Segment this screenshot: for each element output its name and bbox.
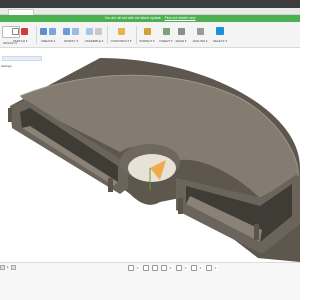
document-tab-bar: [0, 8, 300, 15]
fillet-icon[interactable]: [72, 27, 79, 35]
create-sketch-icon[interactable]: [12, 27, 19, 35]
select-group[interactable]: SELECT ▾: [210, 25, 230, 47]
tree-item-settings[interactable]: Settings: [1, 64, 12, 68]
construct-menu-label: CONSTRUCT ▾: [110, 39, 132, 43]
update-banner: You are all set with the latest update. …: [0, 15, 300, 22]
ribbon-toolbar: DESIGN ▾ SKETCH ▾ CREATE ▾ MODIFY ▾ ASSE…: [0, 22, 300, 48]
chevron-down-icon[interactable]: ▾: [215, 265, 218, 271]
left-clip-tab: [108, 178, 113, 192]
measure-icon[interactable]: [143, 27, 151, 35]
timeline-page: 1: [7, 265, 9, 269]
box-icon[interactable]: [49, 27, 56, 35]
insert-menu-label: INSERT ▾: [159, 39, 173, 43]
orbit-icon[interactable]: [128, 265, 134, 271]
create-group[interactable]: CREATE ▾: [36, 25, 60, 47]
stop-sketch-icon[interactable]: [21, 27, 28, 35]
select-menu-label: SELECT ▾: [213, 39, 227, 43]
press-pull-icon[interactable]: [63, 27, 70, 35]
bottom-toolbar: 1 ▾ ▾ ▾ ▾ ▾: [0, 262, 300, 300]
assemble-menu-label: ASSEMBLE ▾: [84, 39, 104, 43]
joint-icon[interactable]: [95, 27, 102, 35]
scripts-icon[interactable]: [196, 27, 204, 35]
timeline-step-icon[interactable]: [0, 265, 5, 270]
whats-new-link[interactable]: Find out what's new: [165, 16, 196, 20]
modify-group[interactable]: MODIFY ▾: [60, 25, 82, 47]
pan-icon[interactable]: [152, 265, 158, 271]
inspect-group[interactable]: INSPECT ▾: [136, 25, 158, 47]
sketch-group[interactable]: SKETCH ▾: [6, 25, 34, 47]
modify-menu-label: MODIFY ▾: [64, 39, 78, 43]
chevron-down-icon[interactable]: ▾: [137, 265, 140, 271]
add-ins-menu-label: ADD-INS ▾: [192, 39, 208, 43]
title-bar: [0, 0, 300, 8]
make-group[interactable]: MAKE ▾: [174, 25, 188, 47]
insert-group[interactable]: INSERT ▾: [158, 25, 174, 47]
display-settings-icon[interactable]: [176, 265, 182, 271]
right-clip-tab: [254, 224, 259, 240]
construct-group[interactable]: CONSTRUCT ▾: [107, 25, 135, 47]
3d-print-icon[interactable]: [177, 27, 185, 35]
create-menu-label: CREATE ▾: [40, 39, 56, 43]
extrude-icon[interactable]: [40, 27, 47, 35]
sketch-menu-label: SKETCH ▾: [12, 39, 28, 43]
grid-icon[interactable]: [191, 265, 197, 271]
new-component-icon[interactable]: [86, 27, 93, 35]
offset-plane-icon[interactable]: [117, 27, 125, 35]
look-at-icon[interactable]: [143, 265, 149, 271]
assemble-group[interactable]: ASSEMBLE ▾: [82, 25, 106, 47]
zoom-icon[interactable]: [161, 265, 167, 271]
navigation-bar: ▾ ▾ ▾ ▾ ▾: [128, 265, 218, 271]
add-ins-group[interactable]: ADD-INS ▾: [188, 25, 212, 47]
timeline: 1: [0, 265, 16, 270]
insert-image-icon[interactable]: [162, 27, 170, 35]
browser-panel: Settings: [0, 48, 48, 168]
make-menu-label: MAKE ▾: [175, 39, 187, 43]
browser-document-node[interactable]: [2, 56, 42, 61]
select-arrow-icon[interactable]: [216, 27, 224, 35]
timeline-step-icon[interactable]: [10, 265, 16, 270]
viewports-icon[interactable]: [206, 265, 212, 271]
chevron-down-icon[interactable]: ▾: [200, 265, 203, 271]
banner-text: You are all set with the latest update.: [104, 16, 162, 20]
right-clip-tab: [178, 198, 183, 214]
chevron-down-icon[interactable]: ▾: [185, 265, 188, 271]
chevron-down-icon[interactable]: ▾: [170, 265, 173, 271]
inspect-menu-label: INSPECT ▾: [139, 39, 155, 43]
